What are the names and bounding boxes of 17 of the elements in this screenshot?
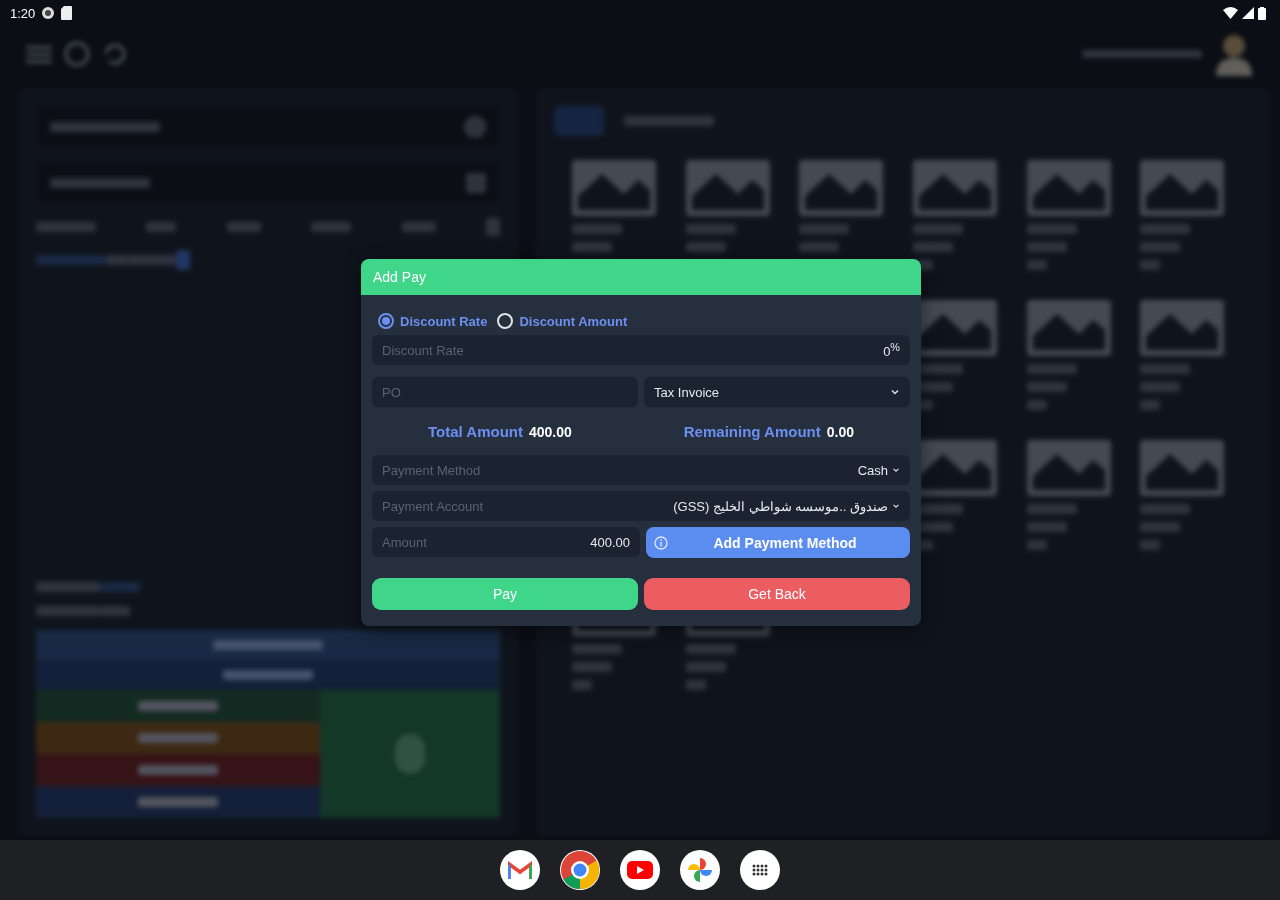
total-value: 0.00 [826, 424, 854, 440]
po-field[interactable]: PO [372, 377, 638, 407]
discount-mode-radio[interactable]: Discount Amount [497, 313, 628, 329]
amount-field[interactable]: Amount 400.00 [372, 527, 640, 557]
total-label: Remaining Amount [683, 423, 821, 440]
radio-label: Discount Rate [400, 313, 488, 329]
discount-rate-field[interactable]: Discount Rate 0$^{%}$ [372, 335, 910, 365]
discount-mode-radio[interactable]: Discount Rate [378, 313, 488, 329]
radio-label: Discount Amount [519, 313, 628, 329]
total-value: 400.00 [528, 424, 572, 440]
get-back-button[interactable]: Get Back [644, 578, 910, 610]
clock-time: 1:20 [10, 5, 36, 21]
total-label: Total Amount [428, 423, 523, 440]
payment-method-dropdown[interactable]: Payment Method Cash [372, 455, 910, 485]
dialog-title: Add Pay [361, 259, 921, 295]
invoice-type-dropdown[interactable]: Tax Invoice [644, 377, 910, 407]
add-payment-method-button[interactable]: Add Payment Method [646, 527, 910, 558]
